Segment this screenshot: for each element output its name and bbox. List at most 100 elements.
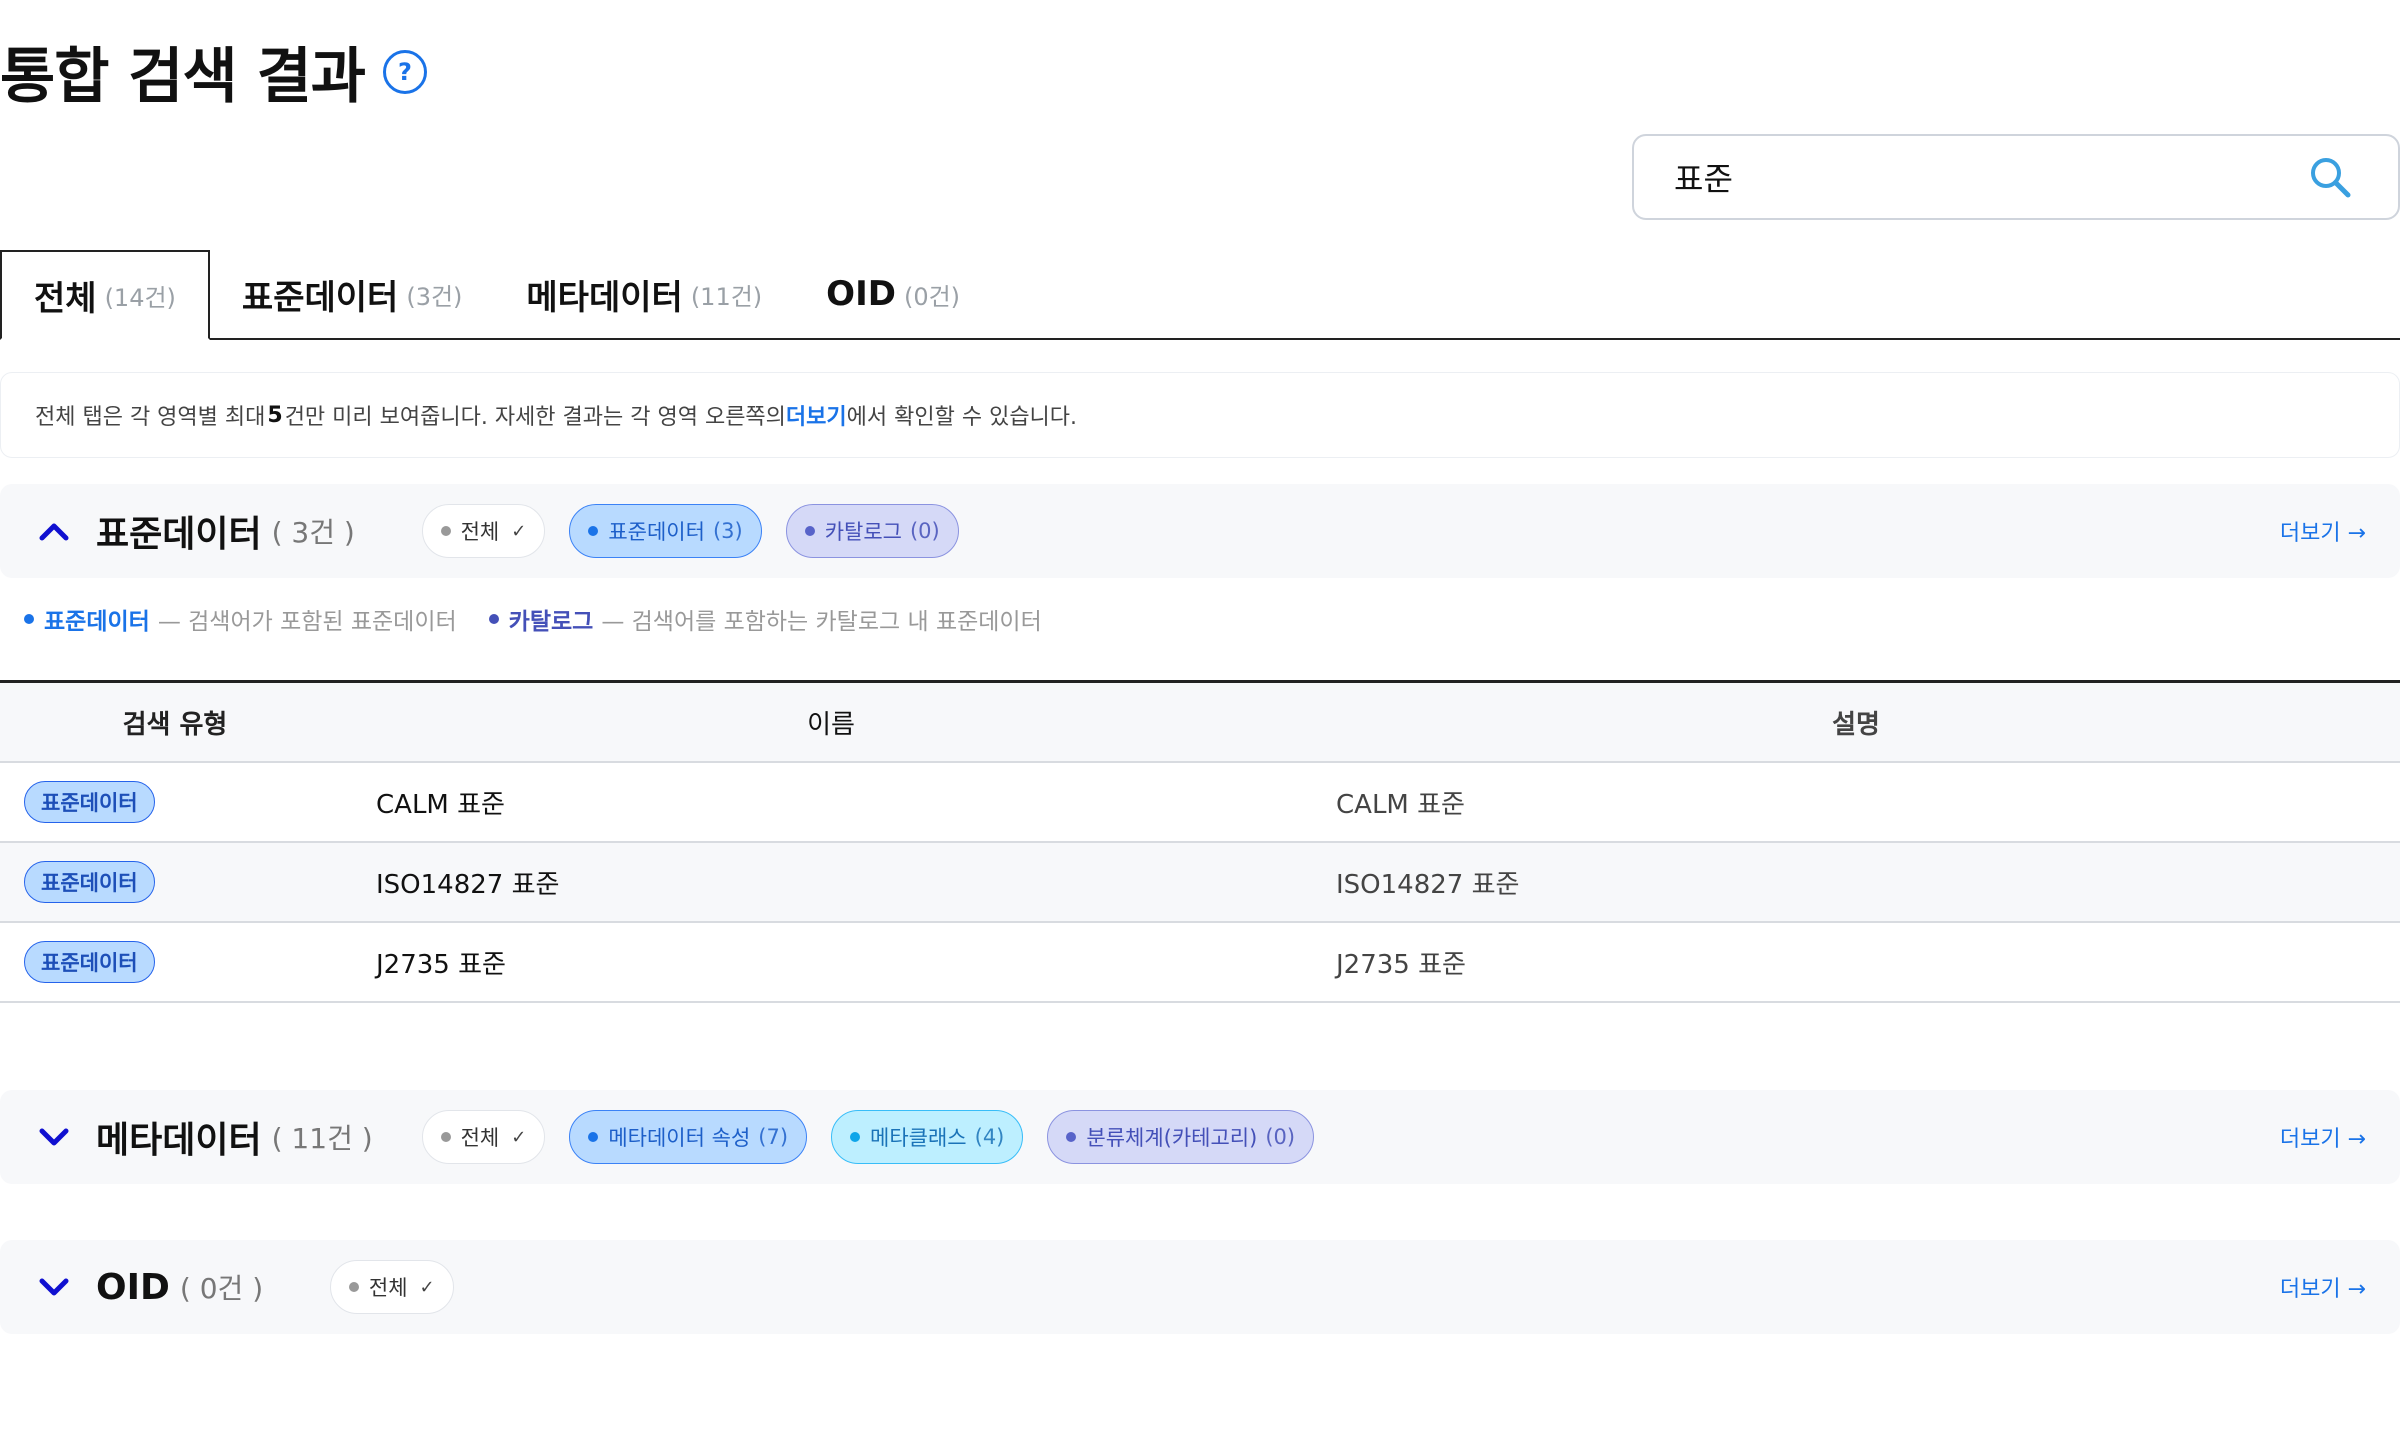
chip-dot (440, 1132, 451, 1142)
chip-label: 메타데이터 속성 (608, 1126, 751, 1150)
section-title: 메타데이터 (96, 1120, 262, 1161)
cell-type: 표준데이터 (0, 781, 350, 823)
chip-label: 표준데이터 (608, 520, 705, 544)
legend-name: 표준데이터 (44, 609, 150, 635)
chip-dot (850, 1132, 861, 1142)
chip-dot (440, 526, 451, 536)
chip-label: 전체 (460, 520, 500, 544)
legend-name: 카탈로그 (508, 609, 594, 635)
filter-chip-category[interactable]: 분류체계(카테고리) (0) (1047, 1110, 1315, 1164)
search-button[interactable] (2302, 149, 2358, 205)
search-box (1632, 134, 2400, 220)
tab-all[interactable]: 전체 (14건) (0, 250, 210, 340)
filter-chip-standard-data[interactable]: 표준데이터 (3) (569, 504, 762, 558)
table-row[interactable]: 표준데이터 J2735 표준 J2735 표준 (0, 923, 2400, 1003)
chip-count: (4) (974, 1125, 1005, 1149)
filter-chip-all[interactable]: 전체 ✓ (329, 1260, 454, 1314)
results-table: 검색 유형 이름 설명 표준데이터 CALM 표준 CALM 표준 표준데이터 … (0, 680, 2400, 1003)
column-header-description: 설명 (1832, 709, 1880, 740)
check-icon: ✓ (511, 1126, 527, 1148)
tab-metadata[interactable]: 메타데이터 (11건) (494, 250, 794, 338)
filter-chips: 전체 ✓ 표준데이터 (3) 카탈로그 (0) (421, 504, 959, 558)
legend-item: 카탈로그 — 검색어를 포함하는 카탈로그 내 표준데이터 (488, 602, 1042, 636)
tab-count: (14건) (104, 283, 176, 312)
more-link[interactable]: 더보기 → (2280, 1271, 2366, 1303)
table-row[interactable]: 표준데이터 ISO14827 표준 ISO14827 표준 (0, 843, 2400, 923)
chip-label: 분류체계(카테고리) (1086, 1126, 1258, 1150)
tab-label: OID (826, 274, 896, 314)
notice-text: 전체 탭은 각 영역별 최대 (35, 405, 266, 430)
legend-dot (488, 614, 499, 624)
tab-label: 메타데이터 (526, 277, 683, 318)
table-row[interactable]: 표준데이터 CALM 표준 CALM 표준 (0, 763, 2400, 843)
tab-label: 표준데이터 (241, 277, 399, 318)
cell-description: J2735 표준 (1336, 949, 1466, 980)
chip-label: 전체 (460, 1126, 500, 1150)
section-title: OID (96, 1266, 170, 1308)
tab-count: (0건) (903, 282, 961, 311)
type-badge[interactable]: 표준데이터 (24, 781, 155, 823)
info-notice: 전체 탭은 각 영역별 최대 5 건만 미리 보여줍니다. 자세한 결과는 각 영… (0, 372, 2400, 458)
check-icon: ✓ (419, 1276, 435, 1298)
filter-chip-catalog[interactable]: 카탈로그 (0) (785, 504, 959, 558)
chip-label: 메타클래스 (870, 1126, 967, 1150)
tab-count: (3건) (406, 282, 463, 311)
result-tabs: 전체 (14건) 표준데이터 (3건) 메타데이터 (11건) OID (0건) (0, 250, 2400, 340)
chip-dot (1066, 1132, 1077, 1142)
chip-dot (348, 1282, 359, 1292)
filter-chip-metadata-attribute[interactable]: 메타데이터 속성 (7) (569, 1110, 808, 1164)
section-metadata-header: 메타데이터 ( 11건 ) 전체 ✓ 메타데이터 속성 (7) 메타클래스 (4… (0, 1090, 2400, 1184)
search-icon (2311, 158, 2351, 198)
check-icon: ✓ (511, 520, 527, 542)
filter-chips: 전체 ✓ 메타데이터 속성 (7) 메타클래스 (4) 분류체계(카테고리) (… (421, 1110, 1315, 1164)
type-legend: 표준데이터 — 검색어가 포함된 표준데이터 카탈로그 — 검색어를 포함하는 … (24, 602, 1074, 636)
chip-dot (588, 526, 599, 536)
chevron-up-icon (39, 523, 69, 541)
section-title: 표준데이터 (96, 514, 262, 555)
section-count: ( 3건 ) (271, 516, 355, 549)
search-input[interactable] (1674, 158, 2302, 196)
chip-count: (0) (909, 519, 940, 543)
expand-toggle[interactable] (34, 1117, 74, 1157)
chip-count: (7) (758, 1125, 789, 1149)
more-link[interactable]: 더보기 → (2280, 515, 2366, 547)
collapse-toggle[interactable] (34, 511, 74, 551)
page-title: 통합 검색 결과 (0, 42, 366, 112)
more-link[interactable]: 더보기 → (2280, 1121, 2366, 1153)
chip-label: 전체 (368, 1276, 408, 1300)
legend-item: 표준데이터 — 검색어가 포함된 표준데이터 (24, 602, 457, 636)
column-header-type: 검색 유형 (122, 709, 228, 740)
legend-desc: — 검색어가 포함된 표준데이터 (157, 609, 457, 635)
cell-name: ISO14827 표준 (376, 869, 560, 900)
tab-standard-data[interactable]: 표준데이터 (3건) (210, 250, 494, 338)
notice-limit: 5 (267, 402, 283, 428)
cell-name: J2735 표준 (376, 949, 506, 980)
tab-count: (11건) (690, 282, 763, 311)
filter-chip-metaclass[interactable]: 메타클래스 (4) (831, 1110, 1024, 1164)
filter-chip-all[interactable]: 전체 ✓ (421, 504, 546, 558)
type-badge[interactable]: 표준데이터 (24, 861, 155, 903)
section-oid-header: OID ( 0건 ) 전체 ✓ 더보기 → (0, 1240, 2400, 1334)
cell-name: CALM 표준 (376, 789, 505, 820)
legend-dot (24, 614, 34, 624)
section-count: ( 0건 ) (179, 1272, 264, 1305)
legend-desc: — 검색어를 포함하는 카탈로그 내 표준데이터 (601, 609, 1042, 635)
tab-oid[interactable]: OID (0건) (794, 250, 992, 338)
table-header: 검색 유형 이름 설명 (0, 683, 2400, 763)
chevron-down-icon (39, 1128, 69, 1146)
section-count: ( 11건 ) (271, 1122, 373, 1155)
column-header-name: 이름 (807, 709, 855, 740)
cell-type: 표준데이터 (0, 861, 350, 903)
notice-text: 건만 미리 보여줍니다. 자세한 결과는 각 영역 오른쪽의 (284, 405, 786, 430)
filter-chip-all[interactable]: 전체 ✓ (421, 1110, 546, 1164)
help-icon[interactable]: ? (382, 49, 427, 94)
type-badge[interactable]: 표준데이터 (24, 941, 155, 983)
filter-chips: 전체 ✓ (329, 1260, 454, 1314)
chip-label: 카탈로그 (824, 520, 902, 544)
chip-dot (804, 526, 815, 536)
notice-text: 에서 확인할 수 있습니다. (846, 405, 1078, 430)
expand-toggle[interactable] (34, 1267, 74, 1307)
chip-count: (3) (712, 519, 743, 543)
cell-type: 표준데이터 (0, 941, 350, 983)
chip-count: (0) (1265, 1125, 1296, 1149)
